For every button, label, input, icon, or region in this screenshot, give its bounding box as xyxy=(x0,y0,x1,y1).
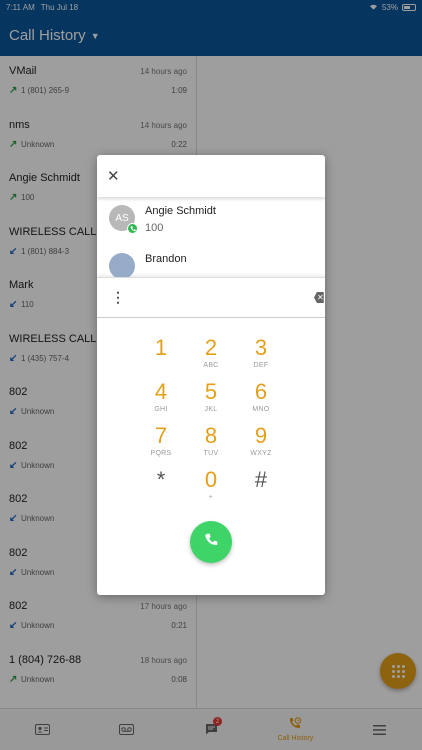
dialpad-key[interactable]: * xyxy=(136,468,186,512)
key-letters: DEF xyxy=(253,362,269,369)
dialpad-key[interactable]: 1 xyxy=(136,336,186,380)
contact-suggestions: AS Angie Schmidt 100 Brandon xyxy=(97,197,325,277)
avatar: AS xyxy=(109,205,138,234)
avatar-initials: AS xyxy=(115,212,129,224)
key-digit: 6 xyxy=(254,379,268,404)
avatar xyxy=(109,253,135,277)
dialpad-key[interactable]: 7 PQRS xyxy=(136,424,186,468)
key-digit: # xyxy=(254,467,268,492)
key-letters: MNO xyxy=(252,406,270,413)
contact-info: Angie Schmidt 100 xyxy=(145,205,216,234)
key-digit: * xyxy=(156,467,166,492)
key-digit: 1 xyxy=(154,335,168,360)
dialpad-key[interactable]: 8 TUV xyxy=(186,424,236,468)
contact-number: 100 xyxy=(145,222,164,234)
key-letters: PQRS xyxy=(150,450,172,457)
dialog-header: ✕ xyxy=(97,155,325,197)
dialpad-key[interactable]: 0 + xyxy=(186,468,236,512)
contact-name: Brandon xyxy=(145,253,187,265)
key-letters: GHI xyxy=(154,406,168,413)
dialer-dialog: ✕ AS Angie Schmidt 100 Brandon ⋮ ✕ 1 2 ABC xyxy=(97,155,325,595)
contact-suggestion[interactable]: Brandon xyxy=(97,245,325,277)
key-digit: 2 xyxy=(204,335,218,360)
key-digit: 0 xyxy=(204,467,218,492)
backspace-icon[interactable]: ✕ xyxy=(314,292,324,303)
key-letters: WXYZ xyxy=(250,450,272,457)
dialpad-key[interactable]: # xyxy=(236,468,286,512)
dialpad-key[interactable]: 4 GHI xyxy=(136,380,186,424)
key-digit: 3 xyxy=(254,335,268,360)
key-digit: 4 xyxy=(154,379,168,404)
contact-suggestion[interactable]: AS Angie Schmidt 100 xyxy=(97,197,325,245)
contact-info: Brandon xyxy=(145,253,187,265)
key-letters: TUV xyxy=(203,450,219,457)
keypad: 1 2 ABC 3 DEF 4 GHI 5 JKL 6 MNO 7 PQRS 8 TUV 9 WXYZ * 0 + # xyxy=(97,336,325,512)
key-digit: 7 xyxy=(154,423,168,448)
key-digit: 8 xyxy=(204,423,218,448)
dialpad-key[interactable]: 6 MNO xyxy=(236,380,286,424)
key-letters: JKL xyxy=(204,406,218,413)
dialpad-key[interactable]: 3 DEF xyxy=(236,336,286,380)
key-letters: + xyxy=(208,494,214,501)
call-button[interactable] xyxy=(190,521,232,563)
phone-icon xyxy=(204,533,218,552)
key-letters: ABC xyxy=(203,362,219,369)
presence-phone-icon xyxy=(127,223,138,234)
dialpad-key[interactable]: 5 JKL xyxy=(186,380,236,424)
key-digit: 5 xyxy=(204,379,218,404)
key-digit: 9 xyxy=(254,423,268,448)
close-icon[interactable]: ✕ xyxy=(107,167,120,185)
dial-number-input[interactable] xyxy=(133,285,314,310)
dial-input-row: ⋮ ✕ xyxy=(97,277,325,318)
contact-name: Angie Schmidt xyxy=(145,205,216,217)
dialpad-key[interactable]: 9 WXYZ xyxy=(236,424,286,468)
more-options-icon[interactable]: ⋮ xyxy=(111,289,125,306)
dialpad-key[interactable]: 2 ABC xyxy=(186,336,236,380)
